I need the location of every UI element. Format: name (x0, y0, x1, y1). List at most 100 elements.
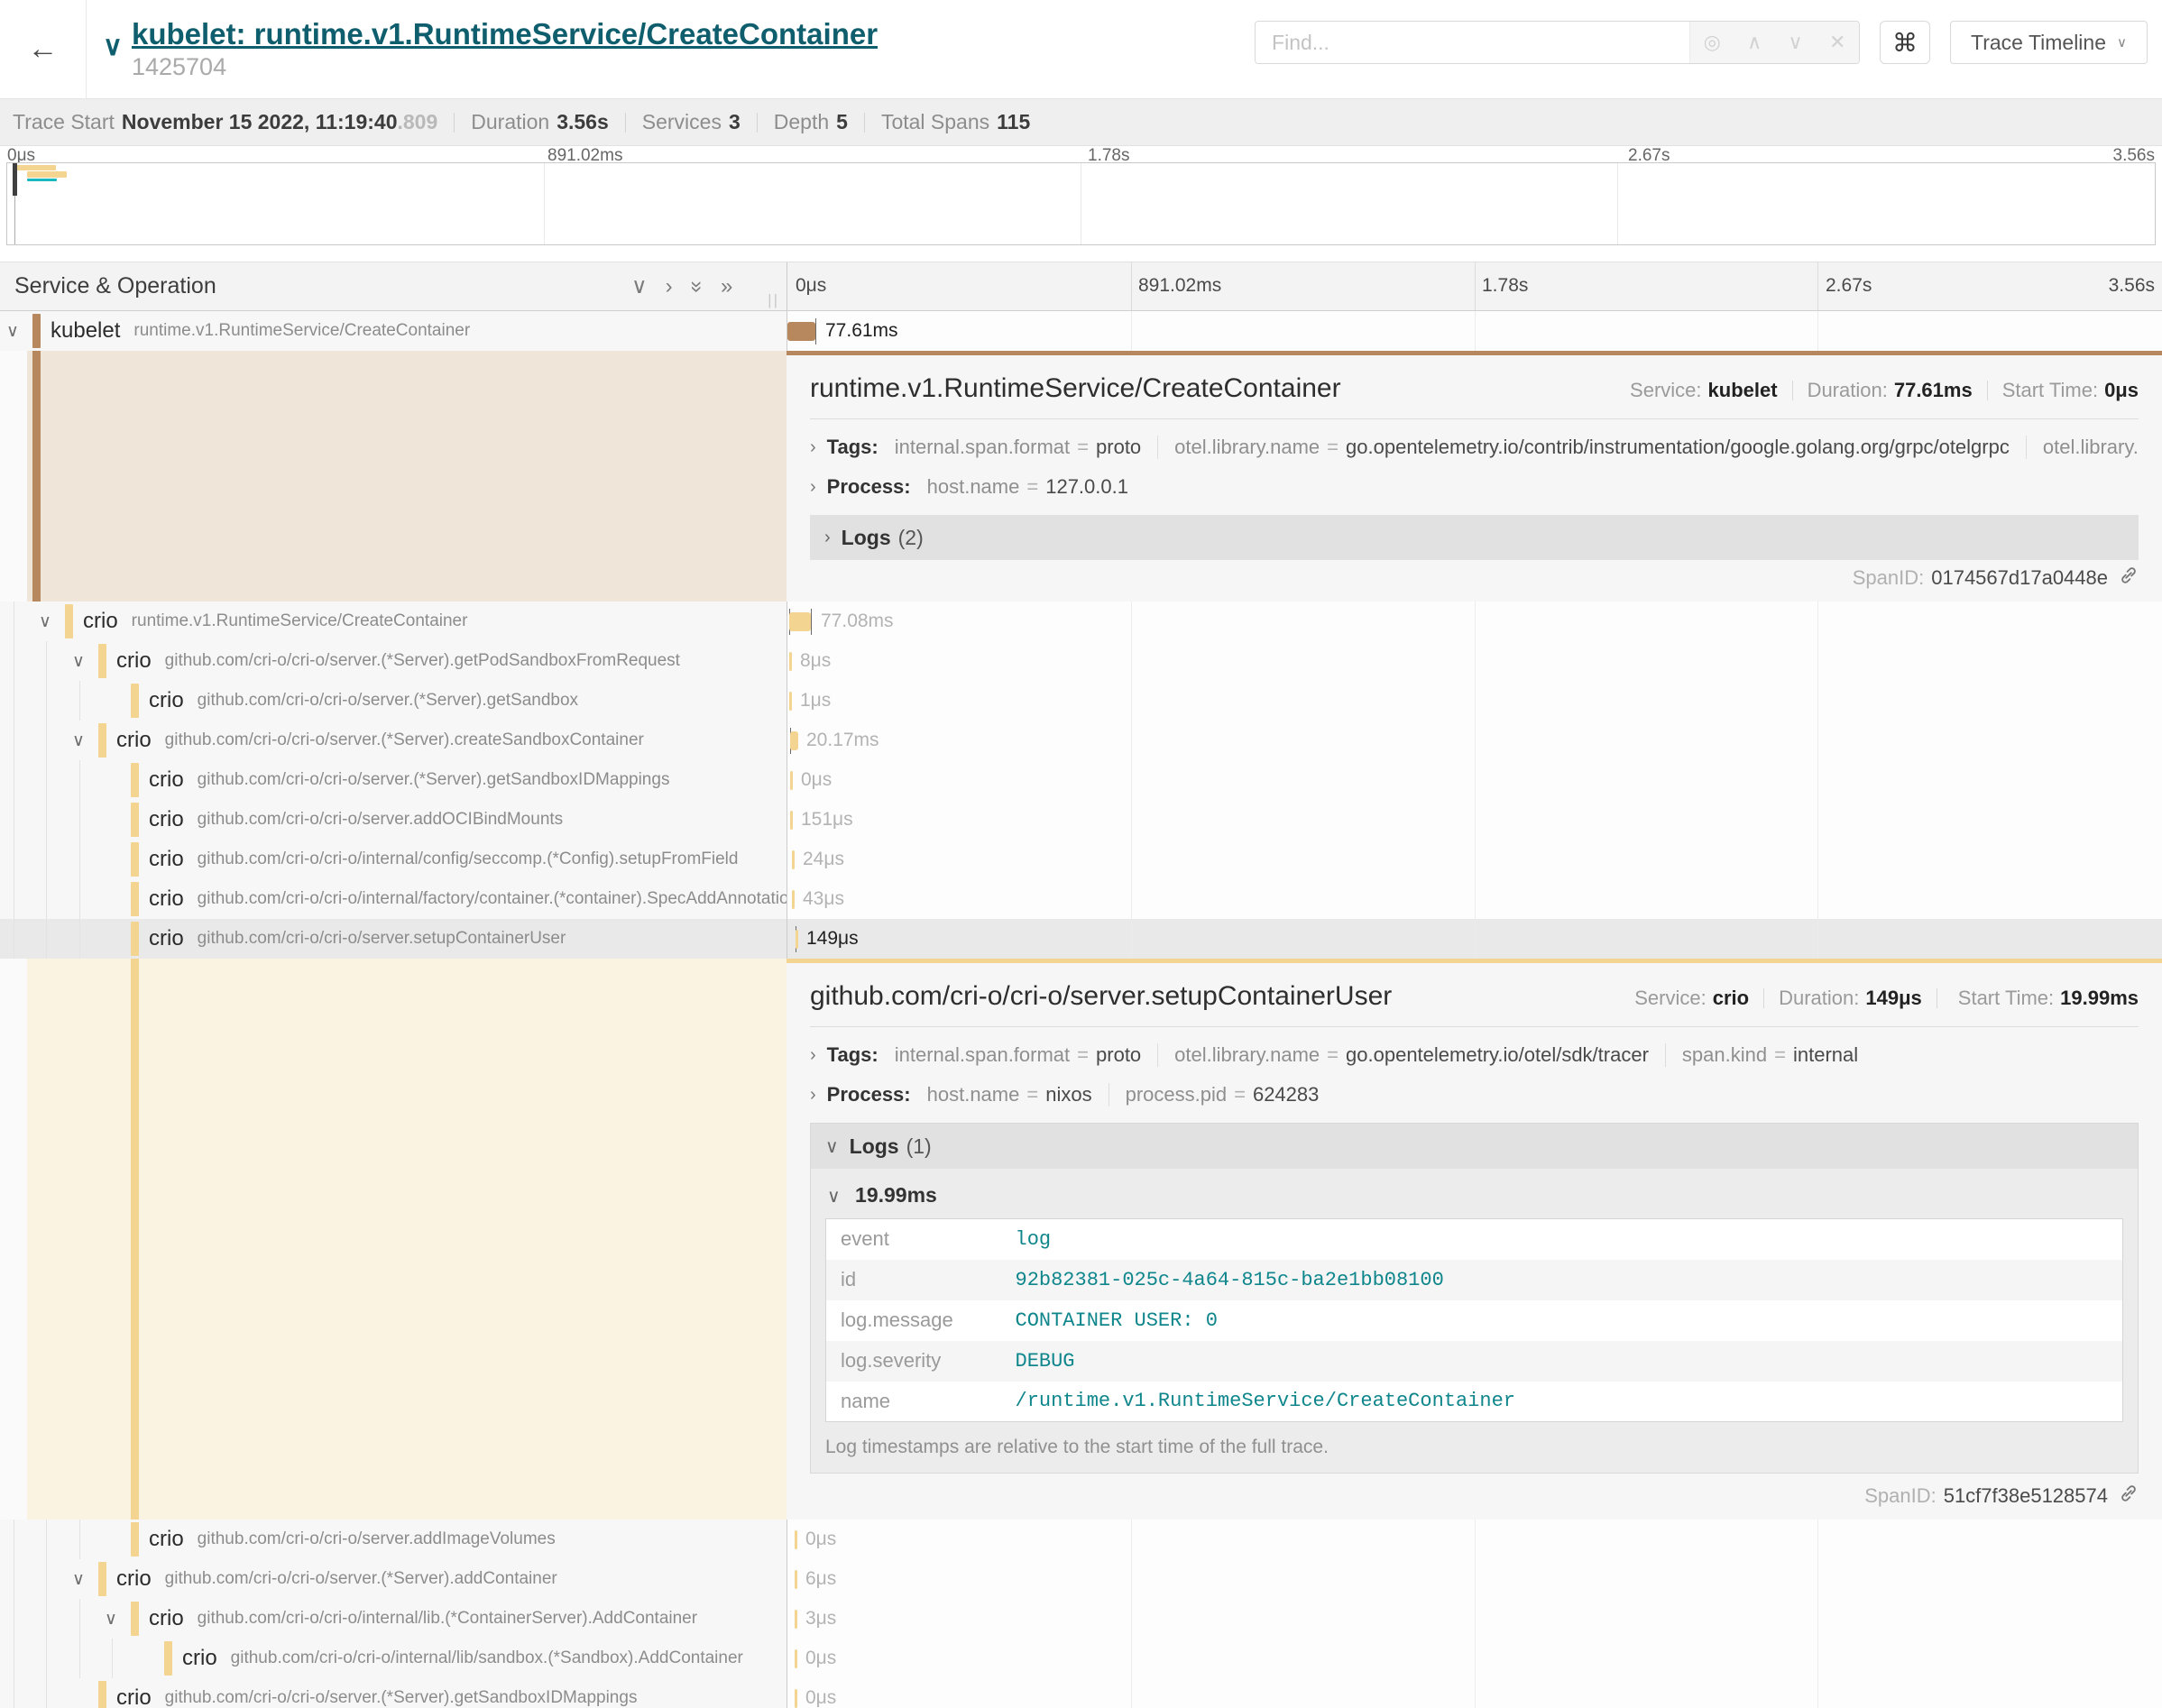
span-bar[interactable] (796, 930, 798, 949)
span-bar[interactable] (789, 652, 792, 671)
span-service: crio (149, 1527, 184, 1552)
find-input[interactable] (1256, 22, 1689, 63)
logs-accordion[interactable]: ∨ Logs (1) (811, 1124, 2138, 1169)
logs-accordion[interactable]: › Logs (2) (810, 515, 2139, 560)
tags-row[interactable]: › Tags: internal.span.format=proto otel.… (810, 1043, 2139, 1067)
span-operation: github.com/cri-o/cri-o/server.(*Server).… (165, 1688, 638, 1708)
chevron-right-icon[interactable]: › (810, 1085, 816, 1106)
span-bar[interactable] (787, 322, 815, 341)
span-bar[interactable] (795, 1649, 797, 1668)
chevron-down-icon[interactable]: ∨ (72, 1559, 85, 1599)
span-row-getsandboxidmappings-2[interactable]: crio github.com/cri-o/cri-o/server.(*Ser… (0, 1678, 2162, 1708)
span-row-addcontainer[interactable]: ∨ crio github.com/cri-o/cri-o/server.(*S… (0, 1559, 2162, 1599)
span-bar[interactable] (790, 811, 793, 830)
chevron-down-icon[interactable]: ∨ (39, 601, 51, 641)
span-duration: 77.61ms (825, 320, 898, 342)
trace-title-link[interactable]: kubelet: runtime.v1.RuntimeService/Creat… (132, 17, 878, 51)
back-button[interactable]: ← (0, 0, 87, 99)
find-box: ◎ ∧ ∨ ✕ (1255, 21, 1860, 64)
span-duration: 151μs (801, 809, 853, 831)
span-bar[interactable] (795, 1530, 797, 1549)
span-row-specaddannotations[interactable]: crio github.com/cri-o/cri-o/internal/fac… (0, 879, 2162, 919)
span-bar[interactable] (789, 692, 792, 711)
duration-label: Duration: (1779, 987, 1859, 1010)
collapse-all-icon[interactable]: » (685, 280, 707, 292)
logs-body: ∨ 19.99ms event log id 92b82381-025c-4a6… (811, 1169, 2138, 1473)
clear-search-icon[interactable]: ✕ (1829, 32, 1845, 52)
span-service: crio (116, 1685, 152, 1708)
span-row-getpodsandboxfromrequest[interactable]: ∨ crio github.com/cri-o/cri-o/server.(*S… (0, 641, 2162, 681)
duration-label: Duration: (1808, 379, 1888, 402)
log-field-value: log (1016, 1219, 2123, 1260)
chevron-down-icon[interactable]: ∨ (72, 721, 85, 760)
expand-one-icon[interactable]: › (666, 276, 673, 298)
trace-start-value: November 15 2022, 11:19:40 (122, 110, 398, 134)
trace-minimap[interactable] (6, 162, 2156, 245)
duration-value: 3.56s (557, 110, 609, 134)
chevron-down-icon: ∨ (825, 1135, 839, 1158)
chevron-down-icon[interactable]: ∨ (6, 311, 19, 351)
tag-value: proto (1096, 1043, 1141, 1067)
deep-link-icon[interactable] (2119, 565, 2139, 591)
next-match-icon[interactable]: ∨ (1789, 32, 1803, 52)
span-bar[interactable] (795, 1570, 797, 1589)
chevron-right-icon[interactable]: › (810, 477, 816, 498)
tag-key: internal.span.format (895, 1043, 1070, 1067)
log-field-row: log.severity DEBUG (826, 1341, 2123, 1382)
total-spans-label: Total Spans (881, 110, 989, 134)
span-row-createsandboxcontainer[interactable]: ∨ crio github.com/cri-o/cri-o/server.(*S… (0, 721, 2162, 760)
log-field-value: CONTAINER USER: 0 (1016, 1300, 2123, 1341)
keyboard-shortcuts-button[interactable]: ⌘ (1880, 21, 1930, 64)
span-bar[interactable] (795, 1610, 797, 1629)
span-service: crio (149, 926, 184, 951)
chevron-down-icon[interactable]: ∨ (105, 1599, 117, 1639)
chevron-right-icon[interactable]: › (810, 437, 816, 458)
span-bar[interactable] (792, 890, 795, 909)
detail-panel-left-tint (0, 959, 787, 1520)
span-bar[interactable] (789, 612, 811, 631)
log-entry-header[interactable]: ∨ 19.99ms (825, 1174, 2123, 1218)
minimap-scrubber-handle[interactable] (13, 163, 17, 196)
span-row-crio-createcontainer[interactable]: ∨ crio runtime.v1.RuntimeService/CreateC… (0, 601, 2162, 641)
span-duration: 0μs (805, 1687, 836, 1708)
trace-title-block: ∨ kubelet: runtime.v1.RuntimeService/Cre… (103, 17, 878, 82)
find-controls: ◎ ∧ ∨ ✕ (1689, 22, 1859, 63)
span-service: crio (149, 767, 184, 793)
span-row-addimagevolumes[interactable]: crio github.com/cri-o/cri-o/server.addIm… (0, 1520, 2162, 1559)
span-bar[interactable] (795, 1689, 797, 1708)
span-row-lib-addcontainer[interactable]: ∨ crio github.com/cri-o/cri-o/internal/l… (0, 1599, 2162, 1639)
chevron-down-icon[interactable]: ∨ (72, 641, 85, 681)
chevron-down-icon[interactable]: ∨ (103, 33, 123, 60)
previous-match-icon[interactable]: ∧ (1747, 32, 1762, 52)
span-bar[interactable] (790, 771, 793, 790)
span-row-getsandbox[interactable]: crio github.com/cri-o/cri-o/server.(*Ser… (0, 681, 2162, 721)
span-row-sandbox-addcontainer[interactable]: crio github.com/cri-o/cri-o/internal/lib… (0, 1639, 2162, 1678)
expand-all-icon[interactable]: » (721, 276, 732, 298)
detail-title: runtime.v1.RuntimeService/CreateContaine… (810, 373, 1341, 404)
span-row-kubelet-createcontainer[interactable]: ∨ kubelet runtime.v1.RuntimeService/Crea… (0, 311, 2162, 351)
tag-value: go.opentelemetry.io/otel/sdk/tracer (1346, 1043, 1649, 1067)
ruler-tick: 3.56s (2109, 275, 2155, 297)
span-bar[interactable] (790, 731, 798, 750)
span-row-setupcontaineruser[interactable]: crio github.com/cri-o/cri-o/server.setup… (0, 919, 2162, 959)
span-duration: 1μs (800, 690, 831, 712)
back-arrow-icon[interactable]: ← (28, 32, 59, 67)
focus-icon[interactable]: ◎ (1704, 32, 1721, 52)
log-field-key: event (826, 1219, 1016, 1260)
span-row-getsandboxidmappings[interactable]: crio github.com/cri-o/cri-o/server.(*Ser… (0, 760, 2162, 800)
tags-row[interactable]: › Tags: internal.span.format=proto otel.… (810, 436, 2139, 459)
process-row[interactable]: › Process: host.name=nixos process.pid=6… (810, 1083, 2139, 1107)
minimap-span-bar (27, 171, 67, 178)
span-row-seccomp-setupfromfield[interactable]: crio github.com/cri-o/cri-o/internal/con… (0, 840, 2162, 879)
deep-link-icon[interactable] (2119, 1483, 2139, 1509)
collapse-one-icon[interactable]: ∨ (631, 276, 648, 298)
process-row[interactable]: › Process: host.name=127.0.0.1 (810, 475, 2139, 499)
chevron-right-icon[interactable]: › (810, 1045, 816, 1066)
span-service: crio (149, 847, 184, 872)
span-operation: github.com/cri-o/cri-o/server.(*Server).… (198, 770, 670, 790)
span-operation: github.com/cri-o/cri-o/server.(*Server).… (165, 730, 644, 750)
column-resize-handle[interactable]: || (768, 291, 779, 309)
span-bar[interactable] (792, 850, 795, 869)
span-row-addocibindmounts[interactable]: crio github.com/cri-o/cri-o/server.addOC… (0, 800, 2162, 840)
trace-view-selector[interactable]: Trace Timeline ∨ (1950, 21, 2148, 64)
